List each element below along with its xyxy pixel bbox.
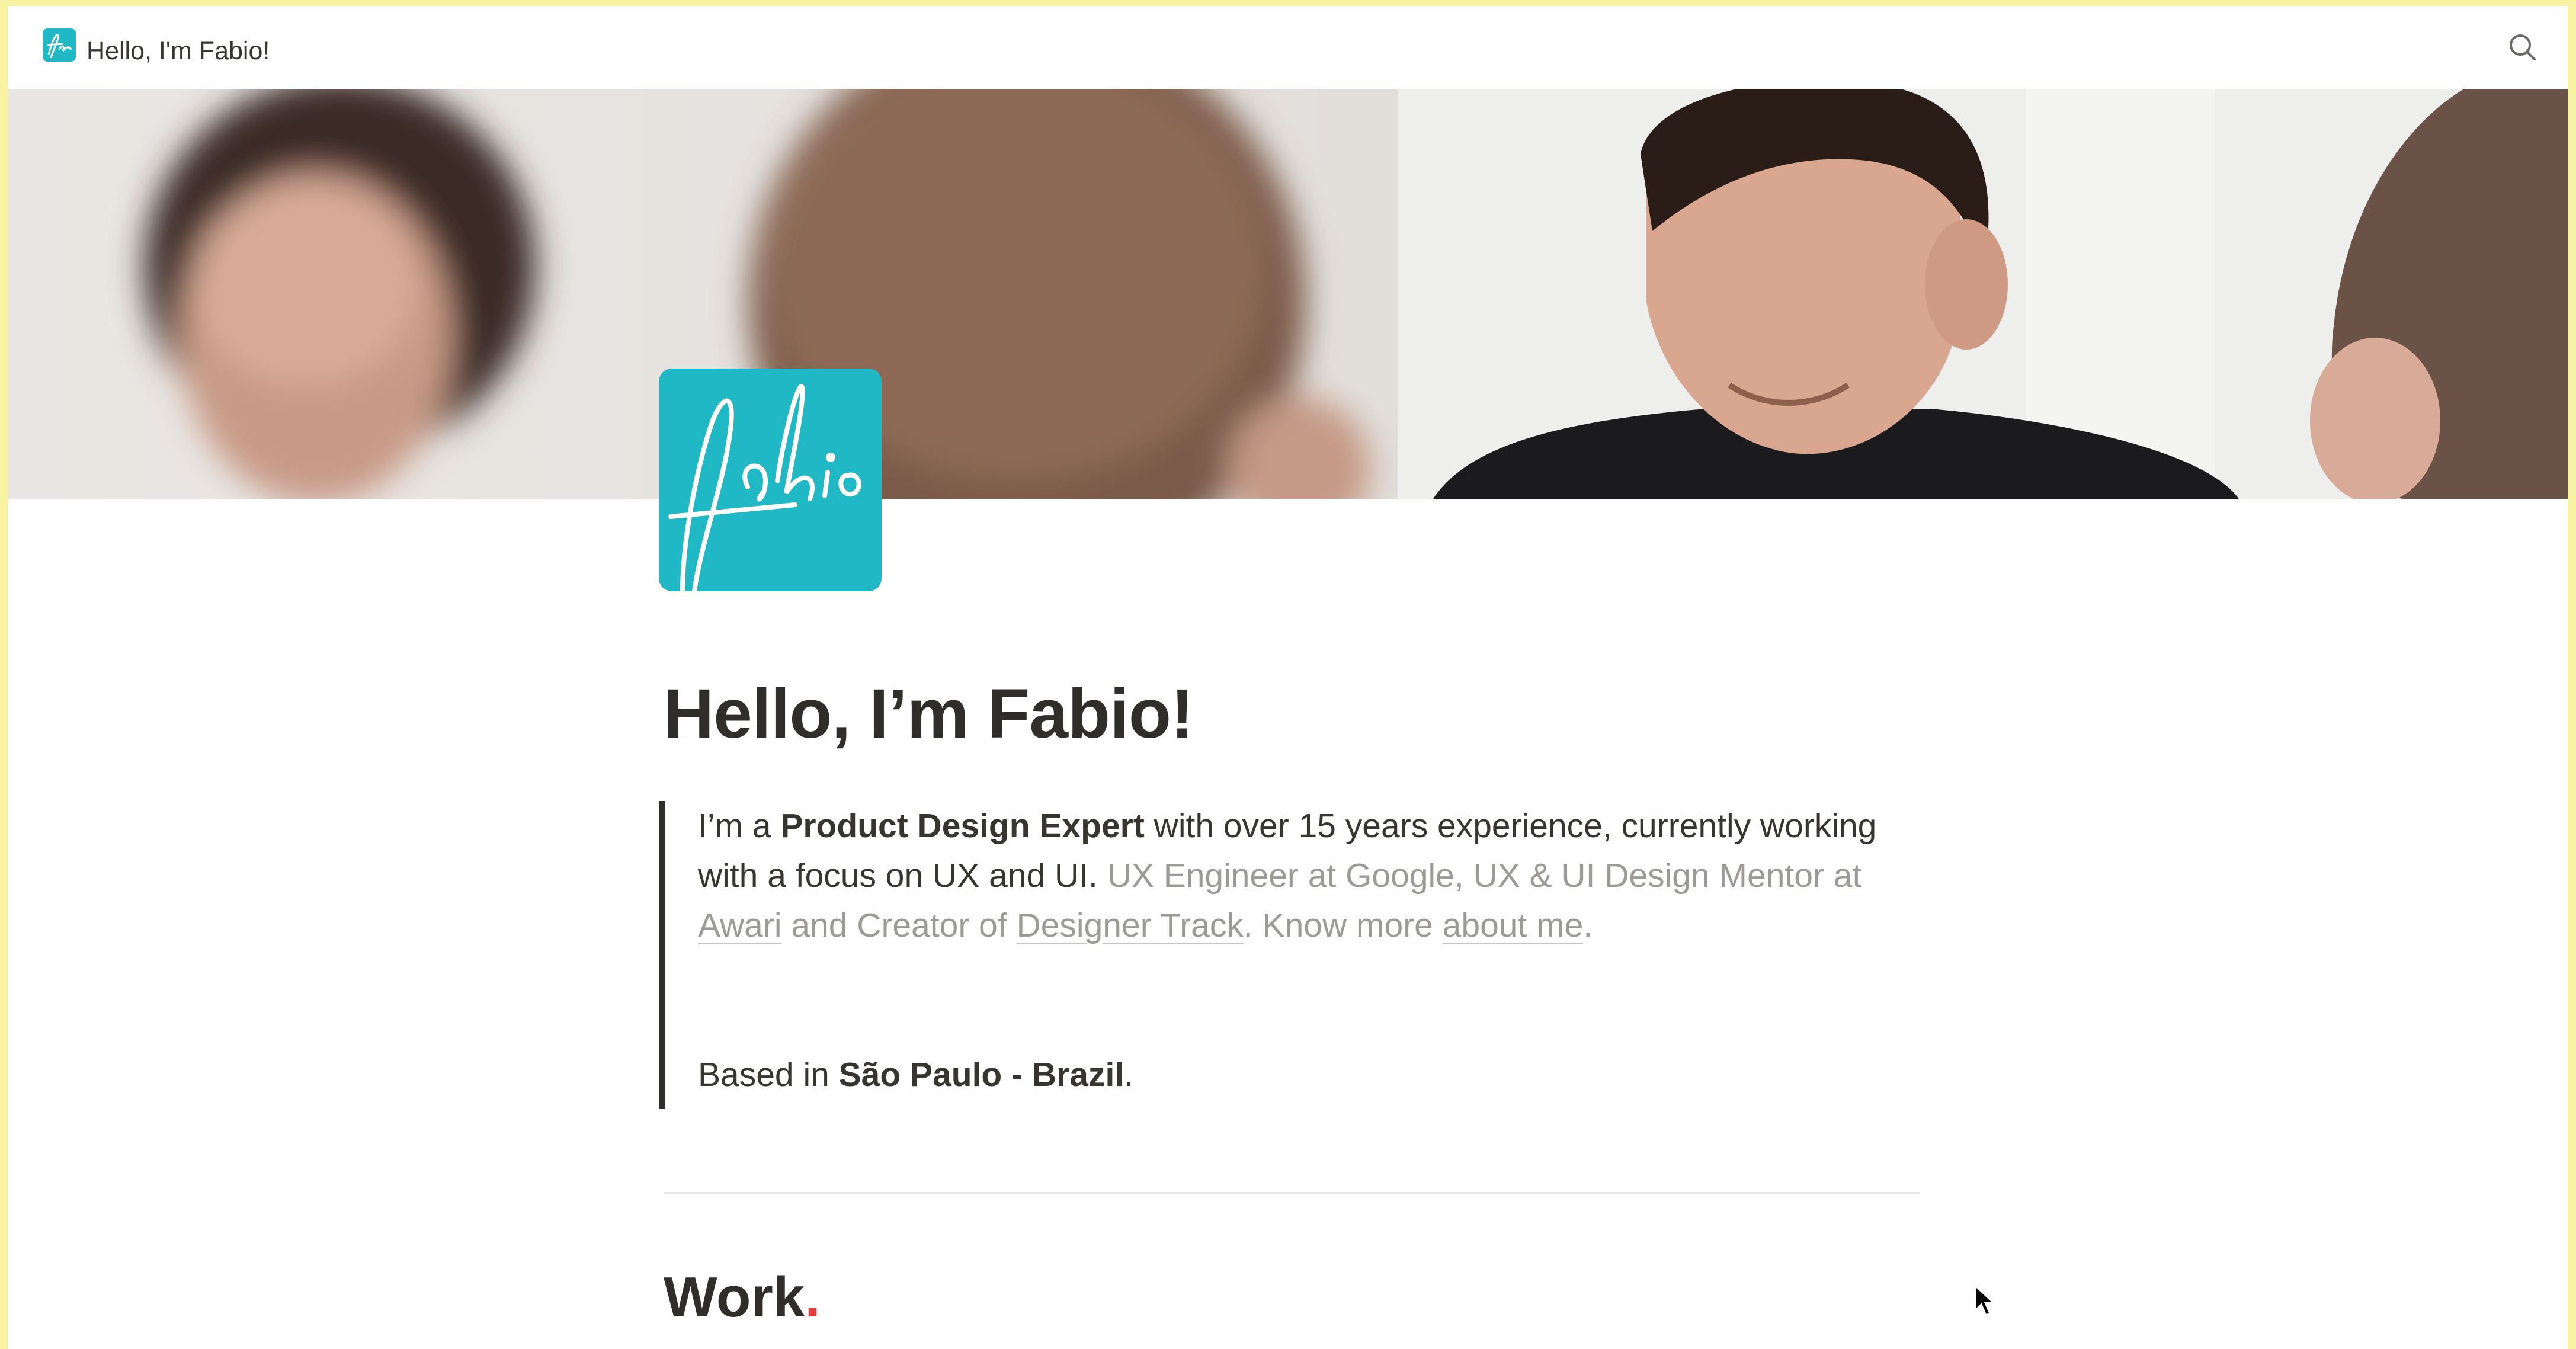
cover-image[interactable] [8, 89, 2568, 499]
location-text: Based in [698, 1056, 839, 1094]
search-icon[interactable] [2506, 31, 2539, 64]
intro-text: I’m a [698, 807, 781, 845]
work-heading-dot: . [805, 1265, 821, 1329]
intro-quote-block: I’m a Product Design Expert with over 15… [659, 801, 1897, 1109]
designer-track-link[interactable]: Designer Track [1017, 906, 1244, 944]
location-paragraph: Based in São Paulo - Brazil. [698, 1050, 1912, 1100]
awari-link[interactable]: Awari [698, 906, 782, 944]
work-heading-text: Work [664, 1265, 805, 1329]
fabio-logo-icon[interactable] [43, 28, 76, 62]
location-bold-text: São Paulo - Brazil [838, 1056, 1124, 1094]
mouse-cursor-icon [1974, 1283, 1996, 1318]
notion-page: Hello, I'm Fabio! Hello, I’m Fabio! I’m … [8, 6, 2568, 1349]
location-text: . [1124, 1056, 1133, 1094]
intro-muted-text: . [1583, 906, 1593, 944]
intro-muted-text: UX Engineer at Google, UX & UI Design Me… [1107, 857, 1862, 895]
work-heading: Work. [664, 1262, 821, 1333]
intro-muted-text: . Know more [1243, 906, 1443, 944]
intro-bold-text: Product Design Expert [780, 807, 1145, 845]
fabio-logo-page-icon[interactable] [659, 369, 882, 591]
intro-paragraph: I’m a Product Design Expert with over 15… [698, 801, 1912, 950]
about-me-link[interactable]: about me [1443, 906, 1584, 944]
intro-muted-text: and Creator of [781, 906, 1017, 944]
cover-photo-person [1398, 89, 2568, 499]
page-title-breadcrumb[interactable]: Hello, I'm Fabio! [86, 34, 270, 68]
divider [664, 1192, 1920, 1194]
top-bar: Hello, I'm Fabio! [8, 6, 2568, 89]
page-heading: Hello, I’m Fabio! [664, 675, 1194, 753]
